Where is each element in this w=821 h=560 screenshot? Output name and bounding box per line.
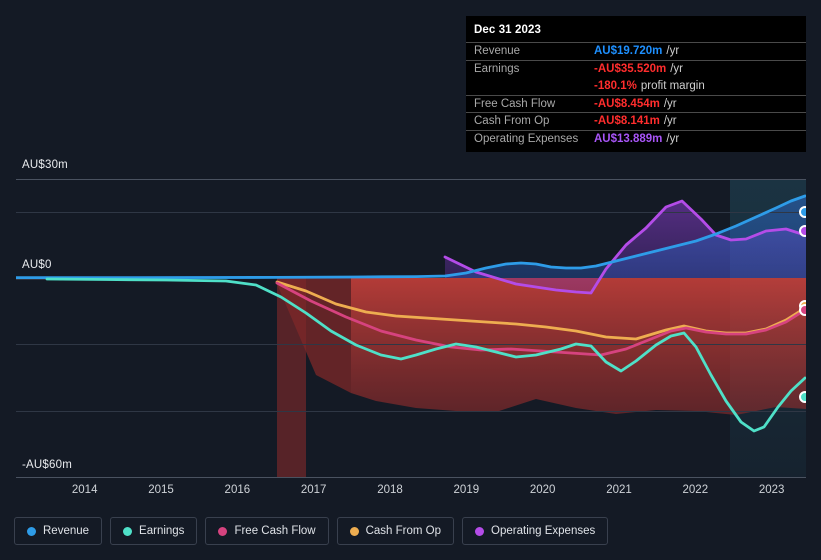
tooltip-row-value: -AU$35.520m [594,62,667,75]
legend-item-label: Cash From Op [365,525,442,537]
tooltip-row-label: Operating Expenses [474,132,579,145]
tooltip-row-value-wrap: -AU$8.454m/yr [594,98,677,110]
marker-free-cash-flow [799,304,806,316]
data-tooltip: Dec 31 2023 Revenue AU$19.720m/yr Earnings… [466,16,806,152]
x-axis-tick-2022: 2022 [682,484,709,496]
tooltip-row-value-wrap: AU$19.720m/yr [594,45,679,57]
legend-swatch-icon [349,526,359,536]
tooltip-row-value: -180.1% [594,79,637,92]
marker-earnings [799,391,806,403]
marker-operating-expenses [799,225,806,237]
tooltip-row-label: Revenue [474,45,521,58]
tooltip-row-value-wrap: AU$13.889m/yr [594,133,679,145]
tooltip-row-label: Cash From Op [474,115,550,128]
tooltip-row-value-wrap: -180.1% profit margin [594,80,705,92]
tooltip-row: Revenue AU$19.720m/yr [466,42,806,60]
x-axis-tick-2023: 2023 [758,484,785,496]
plot-area [16,179,806,478]
x-axis-tick-2015: 2015 [148,484,174,496]
tooltip-row-label: Free Cash Flow [474,97,556,110]
legend-item-label: Revenue [43,525,90,537]
marker-revenue [799,206,806,218]
tooltip-row-suffix: /yr [663,115,677,128]
tooltip-row-value: -AU$8.454m [594,97,660,110]
tooltip-row: -180.1% profit margin [466,77,806,95]
legend-item-operating-expenses[interactable]: Operating Expenses [462,517,609,545]
y-axis-label-top: AU$30m [22,159,68,171]
chart-legend[interactable]: Revenue Earnings Free Cash Flow Cash From O… [14,517,609,545]
legend-item-earnings[interactable]: Earnings [110,517,198,545]
legend-item-revenue[interactable]: Revenue [14,517,103,545]
tooltip-row-suffix: /yr [670,62,684,75]
x-axis-tick-2020: 2020 [529,484,556,496]
tooltip-row-value: -AU$8.141m [594,115,660,128]
tooltip-row-suffix: /yr [663,97,677,110]
x-axis: 2014 2015 2016 2017 2018 2019 2020 2021 2022 2023 [16,481,806,503]
tooltip-row-suffix: /yr [666,132,680,145]
legend-item-cash-from-op[interactable]: Cash From Op [336,517,455,545]
tooltip-row: Operating Expenses AU$13.889m/yr [466,129,806,148]
tooltip-row: Earnings -AU$35.520m/yr [466,59,806,78]
x-axis-tick-2018: 2018 [377,484,403,496]
legend-swatch-icon [123,526,133,536]
legend-item-label: Operating Expenses [491,525,596,537]
legend-swatch-icon [475,526,485,536]
tooltip-row-value-wrap: -AU$35.520m/yr [594,63,683,75]
tooltip-row: Free Cash Flow -AU$8.454m/yr [466,94,806,113]
financial-chart: AU$30m AU$0 -AU$60m 2014 2015 2016 2017 … [0,0,821,560]
legend-item-free-cash-flow[interactable]: Free Cash Flow [205,517,329,545]
plot-svg [16,179,806,478]
tooltip-rows: Revenue AU$19.720m/yr Earnings -AU$35.520m /… [466,42,806,147]
legend-item-label: Free Cash Flow [234,525,316,537]
tooltip-row-value: AU$13.889m [594,132,663,145]
tooltip-row-label: Earnings [474,62,520,75]
legend-item-label: Earnings [139,525,185,537]
legend-swatch-icon [218,526,228,536]
tooltip-row-suffix: /yr [666,45,680,58]
tooltip-row-suffix: profit margin [640,79,705,92]
tooltip-row: Cash From Op -AU$8.141m/yr [466,112,806,130]
tooltip-row-value-wrap: -AU$8.141m/yr [594,115,677,127]
x-axis-tick-2017: 2017 [300,484,327,496]
x-axis-tick-2021: 2021 [606,484,632,496]
x-axis-tick-2016: 2016 [224,484,251,496]
tooltip-date: Dec 31 2023 [474,24,541,36]
tooltip-row-value: AU$19.720m [594,45,663,58]
legend-swatch-icon [27,526,36,536]
loss-area [351,278,806,415]
x-axis-tick-2019: 2019 [453,484,480,496]
x-axis-tick-2014: 2014 [71,484,98,496]
